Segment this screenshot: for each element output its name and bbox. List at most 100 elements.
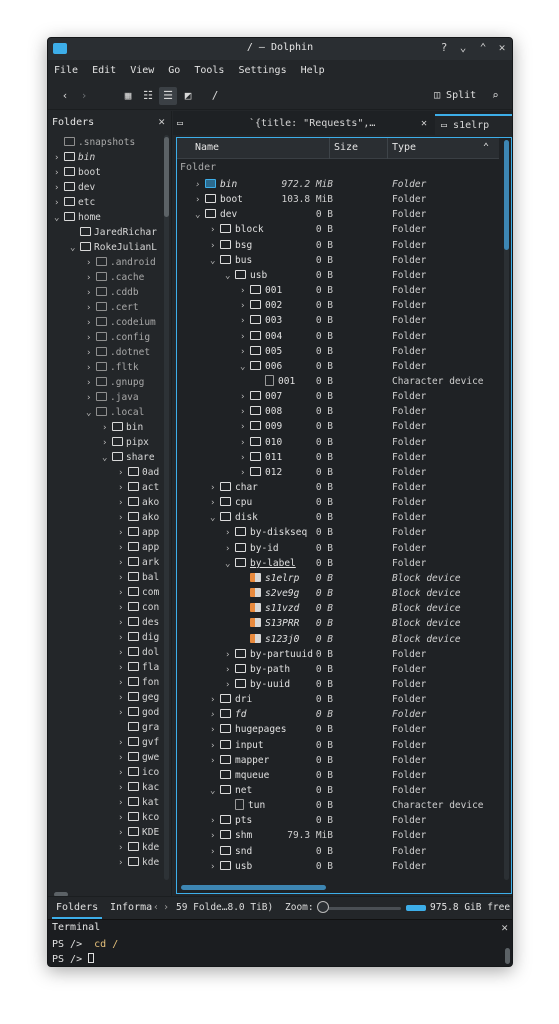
chevron-right-icon[interactable]: › — [118, 541, 128, 556]
column-name[interactable]: Name — [195, 142, 219, 153]
menu-tools[interactable]: Tools — [194, 65, 224, 76]
folders-tree-item[interactable]: › .config — [86, 330, 150, 345]
chevron-right-icon[interactable]: › — [54, 196, 64, 211]
help-icon[interactable]: ? — [437, 41, 451, 54]
chevron-right-icon[interactable]: › — [240, 299, 250, 314]
chevron-right-icon[interactable]: › — [86, 271, 96, 286]
file-row[interactable]: › 011 0 B Folder — [177, 450, 499, 465]
folders-tree-item[interactable]: › kco — [118, 810, 159, 825]
folders-tree-item[interactable]: › ark — [118, 555, 159, 570]
menu-go[interactable]: Go — [168, 65, 180, 76]
chevron-right-icon[interactable]: › — [210, 723, 220, 738]
chevron-right-icon[interactable]: › — [118, 841, 128, 856]
main-scrollbar-thumb[interactable] — [504, 140, 509, 250]
chevron-right-icon[interactable]: › — [54, 151, 64, 166]
folders-tree-item[interactable]: › dig — [118, 630, 159, 645]
file-row[interactable]: mqueue 0 B Folder — [177, 768, 499, 783]
chevron-right-icon[interactable]: › — [54, 181, 64, 196]
folders-tree-item[interactable]: › kde — [118, 840, 159, 855]
chevron-right-icon[interactable]: › — [118, 691, 128, 706]
chevron-right-icon[interactable]: › — [240, 466, 250, 481]
file-row[interactable]: › 005 0 B Folder — [177, 344, 499, 359]
folders-tree-item[interactable]: › .codeium — [86, 315, 156, 330]
folders-tree-item[interactable]: › geg — [118, 690, 159, 705]
chevron-down-icon[interactable]: ⌄ — [70, 241, 80, 256]
folders-tree-item[interactable]: › fla — [118, 660, 159, 675]
file-row[interactable]: ⌄ usb 0 B Folder — [177, 268, 499, 283]
folders-tree-item[interactable]: JaredRichar — [70, 225, 157, 240]
chevron-right-icon[interactable]: › — [102, 421, 112, 436]
menu-view[interactable]: View — [130, 65, 154, 76]
folders-tree-item[interactable]: › dol — [118, 645, 159, 660]
folders-tree-item[interactable]: gra — [118, 720, 159, 735]
minimize-icon[interactable]: ⌄ — [456, 41, 470, 54]
folders-tree-item[interactable]: ⌄ RokeJulianL — [70, 240, 157, 255]
tab-scroll-right-icon[interactable]: › — [163, 897, 169, 919]
chevron-right-icon[interactable]: › — [118, 526, 128, 541]
folders-tree-item[interactable]: › .cert — [86, 300, 139, 315]
chevron-right-icon[interactable]: › — [118, 751, 128, 766]
chevron-right-icon[interactable]: › — [210, 708, 220, 723]
file-row[interactable]: ⌄ dev 0 B Folder — [177, 207, 499, 222]
chevron-right-icon[interactable]: › — [118, 556, 128, 571]
chevron-right-icon[interactable]: › — [86, 286, 96, 301]
chevron-right-icon[interactable]: › — [118, 736, 128, 751]
folders-tree-item[interactable]: › .dotnet — [86, 345, 150, 360]
chevron-right-icon[interactable]: › — [118, 496, 128, 511]
file-row[interactable]: › 002 0 B Folder — [177, 298, 499, 313]
chevron-right-icon[interactable]: › — [86, 361, 96, 376]
folders-tree-item[interactable]: › .cddb — [86, 285, 139, 300]
chevron-right-icon[interactable]: › — [118, 676, 128, 691]
file-row[interactable]: s2ve9g 0 B Block device — [177, 586, 499, 601]
folders-tree-item[interactable]: › boot — [54, 165, 101, 180]
file-row[interactable]: s11vzd 0 B Block device — [177, 601, 499, 616]
file-row[interactable]: › by-partuuid 0 B Folder — [177, 647, 499, 662]
chevron-right-icon[interactable]: › — [118, 646, 128, 661]
folders-tree-item[interactable]: › .java — [86, 390, 139, 405]
chevron-right-icon[interactable]: › — [225, 526, 235, 541]
folders-tree-item[interactable]: › dev — [54, 180, 95, 195]
chevron-right-icon[interactable]: › — [118, 616, 128, 631]
chevron-right-icon[interactable]: › — [86, 256, 96, 271]
chevron-right-icon[interactable]: › — [86, 376, 96, 391]
file-row[interactable]: › boot 103.8 MiB Folder — [177, 192, 499, 207]
folders-tree-item[interactable]: › KDE — [118, 825, 159, 840]
chevron-right-icon[interactable]: › — [210, 239, 220, 254]
folders-tree-item[interactable]: › .gnupg — [86, 375, 144, 390]
chevron-right-icon[interactable]: › — [210, 481, 220, 496]
chevron-right-icon[interactable]: › — [240, 405, 250, 420]
chevron-right-icon[interactable]: › — [118, 856, 128, 871]
chevron-right-icon[interactable]: › — [240, 284, 250, 299]
tab-folders-panel[interactable]: Folders — [52, 897, 102, 919]
chevron-right-icon[interactable]: › — [240, 436, 250, 451]
main-scrollbar[interactable] — [504, 140, 509, 880]
folders-tree-item[interactable]: › com — [118, 585, 159, 600]
file-row[interactable]: ⌄ by-label 0 B Folder — [177, 556, 499, 571]
file-row[interactable]: › usb 0 B Folder — [177, 859, 499, 874]
folders-scrollbar-thumb[interactable] — [164, 137, 169, 217]
title-bar[interactable]: / — Dolphin ? ⌄ ⌃ ✕ — [48, 38, 512, 60]
back-icon[interactable]: ‹ — [56, 87, 74, 105]
folders-tree-item[interactable]: › bal — [118, 570, 159, 585]
folders-tree-item[interactable]: › con — [118, 600, 159, 615]
folders-tree-item[interactable]: › gwe — [118, 750, 159, 765]
folders-tree-item[interactable]: ⌄ .local — [86, 405, 144, 420]
file-row[interactable]: › bsg 0 B Folder — [177, 238, 499, 253]
close-icon[interactable]: ✕ — [495, 41, 509, 54]
chevron-right-icon[interactable]: › — [86, 346, 96, 361]
file-row[interactable]: › 010 0 B Folder — [177, 435, 499, 450]
preview-icon[interactable]: ◩ — [179, 87, 197, 105]
chevron-right-icon[interactable]: › — [102, 436, 112, 451]
file-row[interactable]: › 009 0 B Folder — [177, 419, 499, 434]
folders-scrollbar[interactable] — [164, 135, 169, 880]
forward-icon[interactable]: › — [75, 87, 93, 105]
folders-tree-item[interactable]: › act — [118, 480, 159, 495]
tab-scroll-left-icon[interactable]: ‹ — [153, 897, 159, 919]
file-row[interactable]: ⌄ 006 0 B Folder — [177, 359, 499, 374]
file-row[interactable]: › block 0 B Folder — [177, 222, 499, 237]
menu-file[interactable]: File — [54, 65, 78, 76]
file-row[interactable]: › pts 0 B Folder — [177, 813, 499, 828]
chevron-right-icon[interactable]: › — [240, 420, 250, 435]
file-row[interactable]: › cpu 0 B Folder — [177, 495, 499, 510]
folders-tree-item[interactable]: › bin — [102, 420, 143, 435]
